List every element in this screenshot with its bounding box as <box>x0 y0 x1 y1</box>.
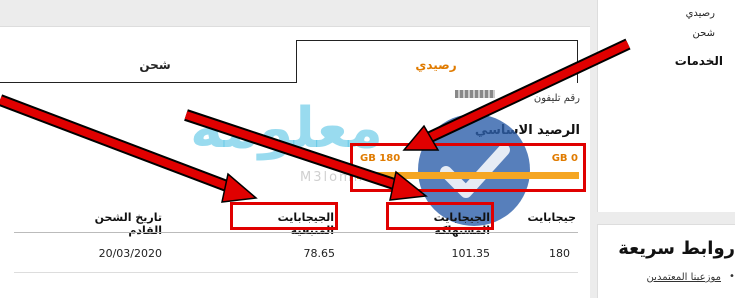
header-next-recharge-date: تاريخ الشحن القادم <box>94 211 162 237</box>
cell-next-recharge-date: 20/03/2020 <box>98 247 162 260</box>
table-divider <box>14 232 578 233</box>
tab-divider <box>0 82 296 83</box>
phone-number-label: رقم تليفون <box>533 93 580 104</box>
phone-number-redacted <box>455 90 495 98</box>
annotation-box-remaining <box>230 202 338 230</box>
cell-gigs: 180 <box>549 247 570 260</box>
cell-remaining: 78.65 <box>303 247 336 260</box>
annotation-box-usage-bar <box>350 143 586 192</box>
header-gigs: جيجابايت <box>527 211 576 224</box>
tab-balance-label[interactable]: رصيدي <box>296 58 576 72</box>
table-bottom-divider <box>14 272 578 273</box>
quick-link-distributors[interactable]: موزعينا المعتمدين <box>647 272 721 283</box>
sidebar-item-services[interactable]: الخدمات <box>675 54 723 68</box>
bullet-icon: • <box>729 271 735 282</box>
sidebar-item-recharge[interactable]: شحن <box>693 28 715 39</box>
cell-consumed: 101.35 <box>451 247 491 260</box>
quick-links-title: روابط سريعة <box>618 238 735 259</box>
quick-links-panel <box>597 224 735 298</box>
tab-recharge[interactable]: شحن <box>30 58 280 72</box>
annotation-box-consumed <box>386 202 494 230</box>
sidebar-item-balance[interactable]: رصيدي <box>686 8 715 19</box>
